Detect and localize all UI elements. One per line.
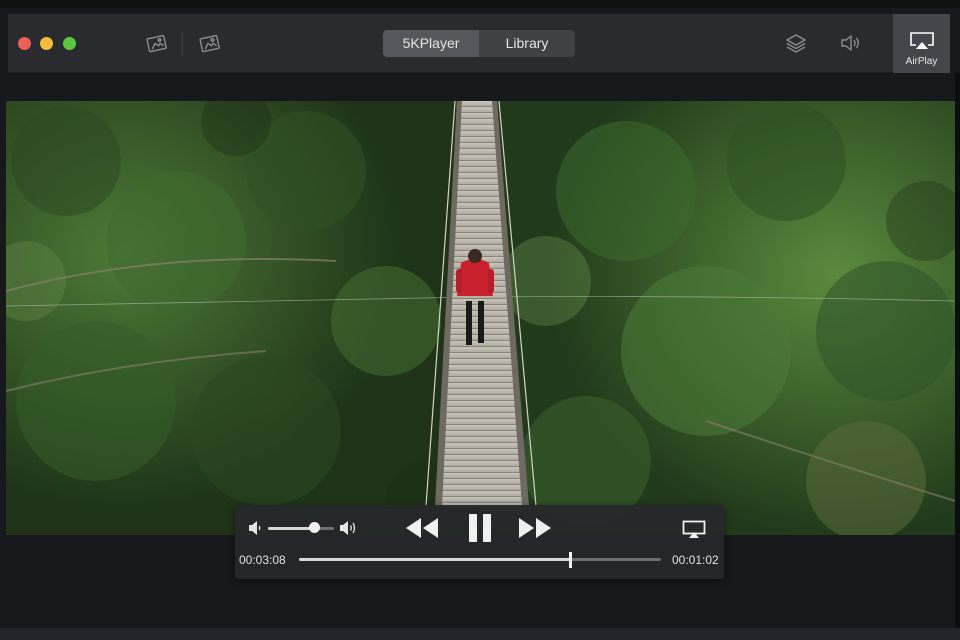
airplay-label: AirPlay xyxy=(905,56,938,67)
tab-library[interactable]: Library xyxy=(479,30,575,57)
remaining-time: 00:01:02 xyxy=(672,553,719,567)
player-window: 5KPlayer Library AirPlay 00:03:08 00:01:… xyxy=(0,0,960,640)
layers-icon[interactable] xyxy=(784,32,808,54)
photo-icon[interactable] xyxy=(145,32,169,54)
rewind-button[interactable] xyxy=(405,517,439,539)
window-edge xyxy=(955,73,960,640)
top-strip xyxy=(0,0,960,8)
speaker-icon[interactable] xyxy=(839,32,863,54)
airplay-icon xyxy=(909,31,935,51)
airplay-screen-button[interactable] xyxy=(682,520,706,540)
pause-button[interactable] xyxy=(468,513,492,543)
video-frame[interactable] xyxy=(6,101,955,535)
volume-fill xyxy=(268,527,315,530)
elapsed-time: 00:03:08 xyxy=(239,553,286,567)
video-image xyxy=(6,101,955,535)
tab-5kplayer[interactable]: 5KPlayer xyxy=(383,30,479,57)
title-bar: 5KPlayer Library AirPlay xyxy=(8,14,950,73)
photo-icon[interactable] xyxy=(198,32,222,54)
seek-bar[interactable] xyxy=(299,558,661,561)
airplay-button[interactable]: AirPlay xyxy=(893,14,950,73)
playback-controls: 00:03:08 00:01:02 xyxy=(235,505,724,579)
volume-slider[interactable] xyxy=(268,527,334,530)
seek-progress xyxy=(299,558,571,561)
seek-handle[interactable] xyxy=(569,552,572,568)
fast-forward-button[interactable] xyxy=(518,517,552,539)
bottom-strip xyxy=(0,628,960,640)
toolbar-separator xyxy=(182,32,183,56)
view-switcher: 5KPlayer Library xyxy=(383,30,575,57)
minimize-button[interactable] xyxy=(40,37,53,50)
volume-high-icon[interactable] xyxy=(339,519,359,537)
close-button[interactable] xyxy=(18,37,31,50)
zoom-button[interactable] xyxy=(63,37,76,50)
volume-knob[interactable] xyxy=(308,522,320,533)
volume-low-icon[interactable] xyxy=(248,520,262,536)
